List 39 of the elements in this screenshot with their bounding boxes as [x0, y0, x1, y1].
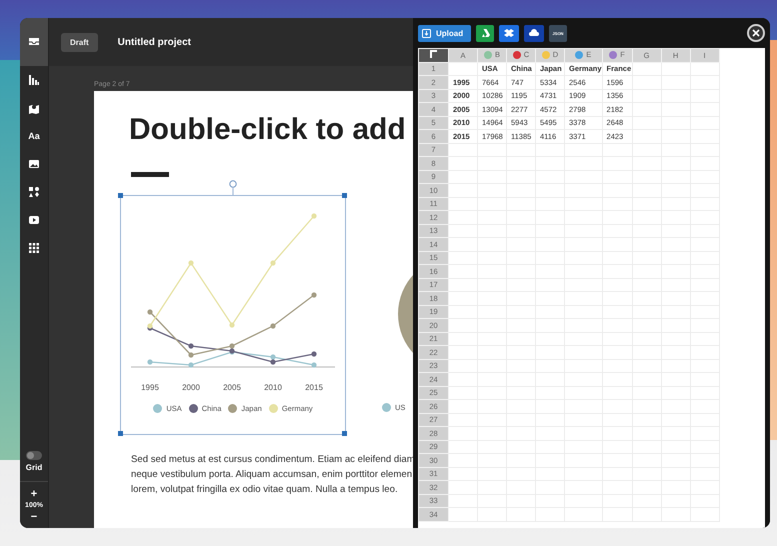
resize-handle[interactable]	[118, 431, 123, 436]
project-title: Untitled project	[118, 36, 192, 48]
select-all-button[interactable]	[418, 48, 448, 62]
axis-label: 1995	[141, 383, 159, 392]
bar-chart-icon	[28, 74, 40, 86]
text-tool-button[interactable]: Aa	[20, 122, 48, 150]
close-button[interactable]	[747, 24, 765, 42]
resize-handle[interactable]	[342, 431, 347, 436]
rotate-handle-icon	[228, 179, 238, 196]
axis-label: 2000	[182, 383, 200, 392]
grid-toggle[interactable]	[26, 451, 42, 460]
drive-button[interactable]	[476, 24, 494, 42]
cloud-icon	[528, 28, 540, 38]
map-pin-icon	[28, 102, 40, 114]
upload-icon	[422, 28, 431, 38]
tool-button[interactable]	[20, 18, 48, 66]
axis-label: 2005	[223, 383, 241, 392]
resize-handle[interactable]	[118, 193, 123, 198]
upload-button[interactable]: Upload	[418, 24, 471, 42]
grid-icon	[28, 242, 40, 254]
box-icon	[503, 28, 515, 38]
inbox-icon	[28, 36, 40, 48]
axis-label: 2015	[305, 383, 323, 392]
zoom-in-button[interactable]: +	[30, 489, 38, 499]
title-underline	[131, 172, 169, 177]
dropbox-button[interactable]	[499, 24, 519, 42]
resize-handle[interactable]	[342, 193, 347, 198]
triangle-icon	[480, 28, 490, 38]
image-icon	[28, 158, 40, 170]
axis-label: 2010	[264, 383, 282, 392]
zoom-out-button[interactable]: −	[30, 512, 38, 522]
draft-button[interactable]: Draft	[61, 32, 98, 52]
shapes-icon	[28, 186, 40, 198]
page-title: Double-click to add	[129, 113, 406, 147]
cloud-button[interactable]	[524, 24, 544, 42]
close-icon	[752, 29, 760, 37]
corner-icon	[430, 50, 438, 58]
grid-label: Grid	[26, 463, 42, 472]
play-icon	[28, 214, 40, 226]
